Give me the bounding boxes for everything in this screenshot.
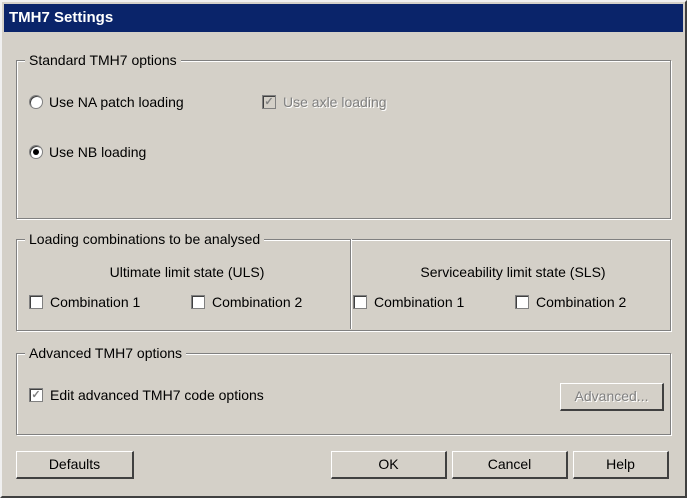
axle-check-icon: ✓ <box>262 95 276 109</box>
radio-na-label: Use NA patch loading <box>49 94 184 110</box>
axle-loading-label: Use axle loading <box>283 94 387 110</box>
uls-combination-1-checkbox[interactable]: Combination 1 <box>29 294 140 310</box>
settings-dialog: TMH7 Settings Standard TMH7 options Use … <box>0 0 687 498</box>
sls-title: Serviceability limit state (SLS) <box>420 264 606 280</box>
sls-combination-2-checkbox[interactable]: Combination 2 <box>515 294 626 310</box>
edit-advanced-checkbox[interactable]: ✓ Edit advanced TMH7 code options <box>29 387 264 403</box>
sls-c1-label: Combination 1 <box>374 294 465 310</box>
uls-sls-divider <box>350 239 351 329</box>
window-title: TMH7 Settings <box>9 9 114 26</box>
radio-na-patch-loading[interactable]: Use NA patch loading <box>29 94 184 110</box>
radio-nb-label: Use NB loading <box>49 144 147 160</box>
advanced-button: Advanced... <box>560 383 664 411</box>
sls-c1-box[interactable] <box>353 295 367 309</box>
axle-loading-checkbox: ✓ Use axle loading <box>262 94 387 110</box>
uls-combination-2-checkbox[interactable]: Combination 2 <box>191 294 302 310</box>
sls-combination-1-checkbox[interactable]: Combination 1 <box>353 294 464 310</box>
uls-title: Ultimate limit state (ULS) <box>109 264 265 280</box>
uls-c1-box[interactable] <box>29 295 43 309</box>
uls-c1-label: Combination 1 <box>50 294 141 310</box>
uls-c2-box[interactable] <box>191 295 205 309</box>
defaults-button[interactable]: Defaults <box>16 451 134 479</box>
sls-c2-box[interactable] <box>515 295 529 309</box>
sls-c2-label: Combination 2 <box>536 294 627 310</box>
radio-nb-loading[interactable]: Use NB loading <box>29 144 146 160</box>
radio-na-indicator[interactable] <box>29 95 43 109</box>
uls-c2-label: Combination 2 <box>212 294 303 310</box>
standard-options-legend: Standard TMH7 options <box>25 52 181 68</box>
loading-combinations-group: Loading combinations to be analysed <box>16 231 671 331</box>
ok-button[interactable]: OK <box>331 451 447 479</box>
edit-advanced-check-icon[interactable]: ✓ <box>29 388 43 402</box>
radio-nb-indicator[interactable] <box>29 145 43 159</box>
advanced-options-legend: Advanced TMH7 options <box>25 345 187 361</box>
cancel-button[interactable]: Cancel <box>452 451 568 479</box>
loading-combinations-legend: Loading combinations to be analysed <box>25 231 265 247</box>
edit-advanced-label: Edit advanced TMH7 code options <box>50 387 264 403</box>
title-bar[interactable]: TMH7 Settings <box>4 4 683 32</box>
standard-options-group: Standard TMH7 options <box>16 52 671 219</box>
help-button[interactable]: Help <box>573 451 669 479</box>
